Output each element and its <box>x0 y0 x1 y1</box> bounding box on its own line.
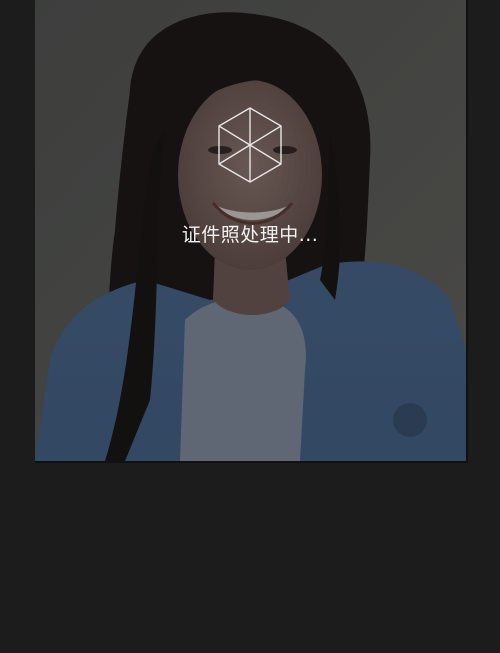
loader: 证件照处理中... <box>0 104 500 246</box>
processing-screen: 证件照处理中... <box>0 0 500 653</box>
hexagon-cube-icon <box>218 107 282 183</box>
processing-message: 证件照处理中... <box>181 224 319 246</box>
bottom-area <box>0 463 500 653</box>
